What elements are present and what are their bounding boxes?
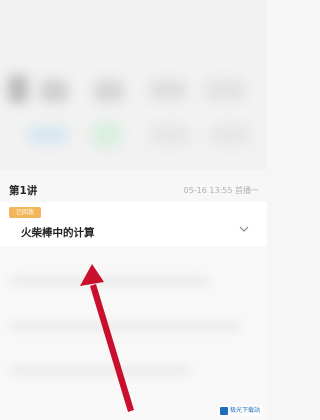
blurred-block [8,75,28,103]
blurred-block [210,125,250,145]
blurred-block [205,80,245,100]
blurred-line [10,276,210,286]
chevron-down-icon[interactable] [239,224,249,234]
blurred-block [150,125,190,145]
blurred-block [92,122,122,148]
watermark-logo-icon [219,406,228,415]
blurred-line [10,321,240,331]
blurred-block [28,125,68,145]
lesson-title: 第1讲 [9,185,38,197]
blurred-line [10,366,190,376]
blurred-block [94,80,124,102]
blurred-block [150,80,186,100]
watermark-text: 极光下载站 [229,407,260,414]
lesson-card[interactable]: 已回放 火柴棒中的计算 [0,202,267,246]
lesson-topic[interactable]: 火柴棒中的计算 [21,225,95,240]
replay-badge: 已回放 [9,207,41,218]
blurred-content-area [0,246,267,420]
lesson-meta: 05-16 13:55 首播一 [183,186,259,195]
blurred-block [40,80,68,102]
lesson-header: 第1讲 05-16 13:55 首播一 [0,178,267,202]
blurred-header-area [0,0,267,170]
watermark: 极光下载站 [216,405,263,416]
